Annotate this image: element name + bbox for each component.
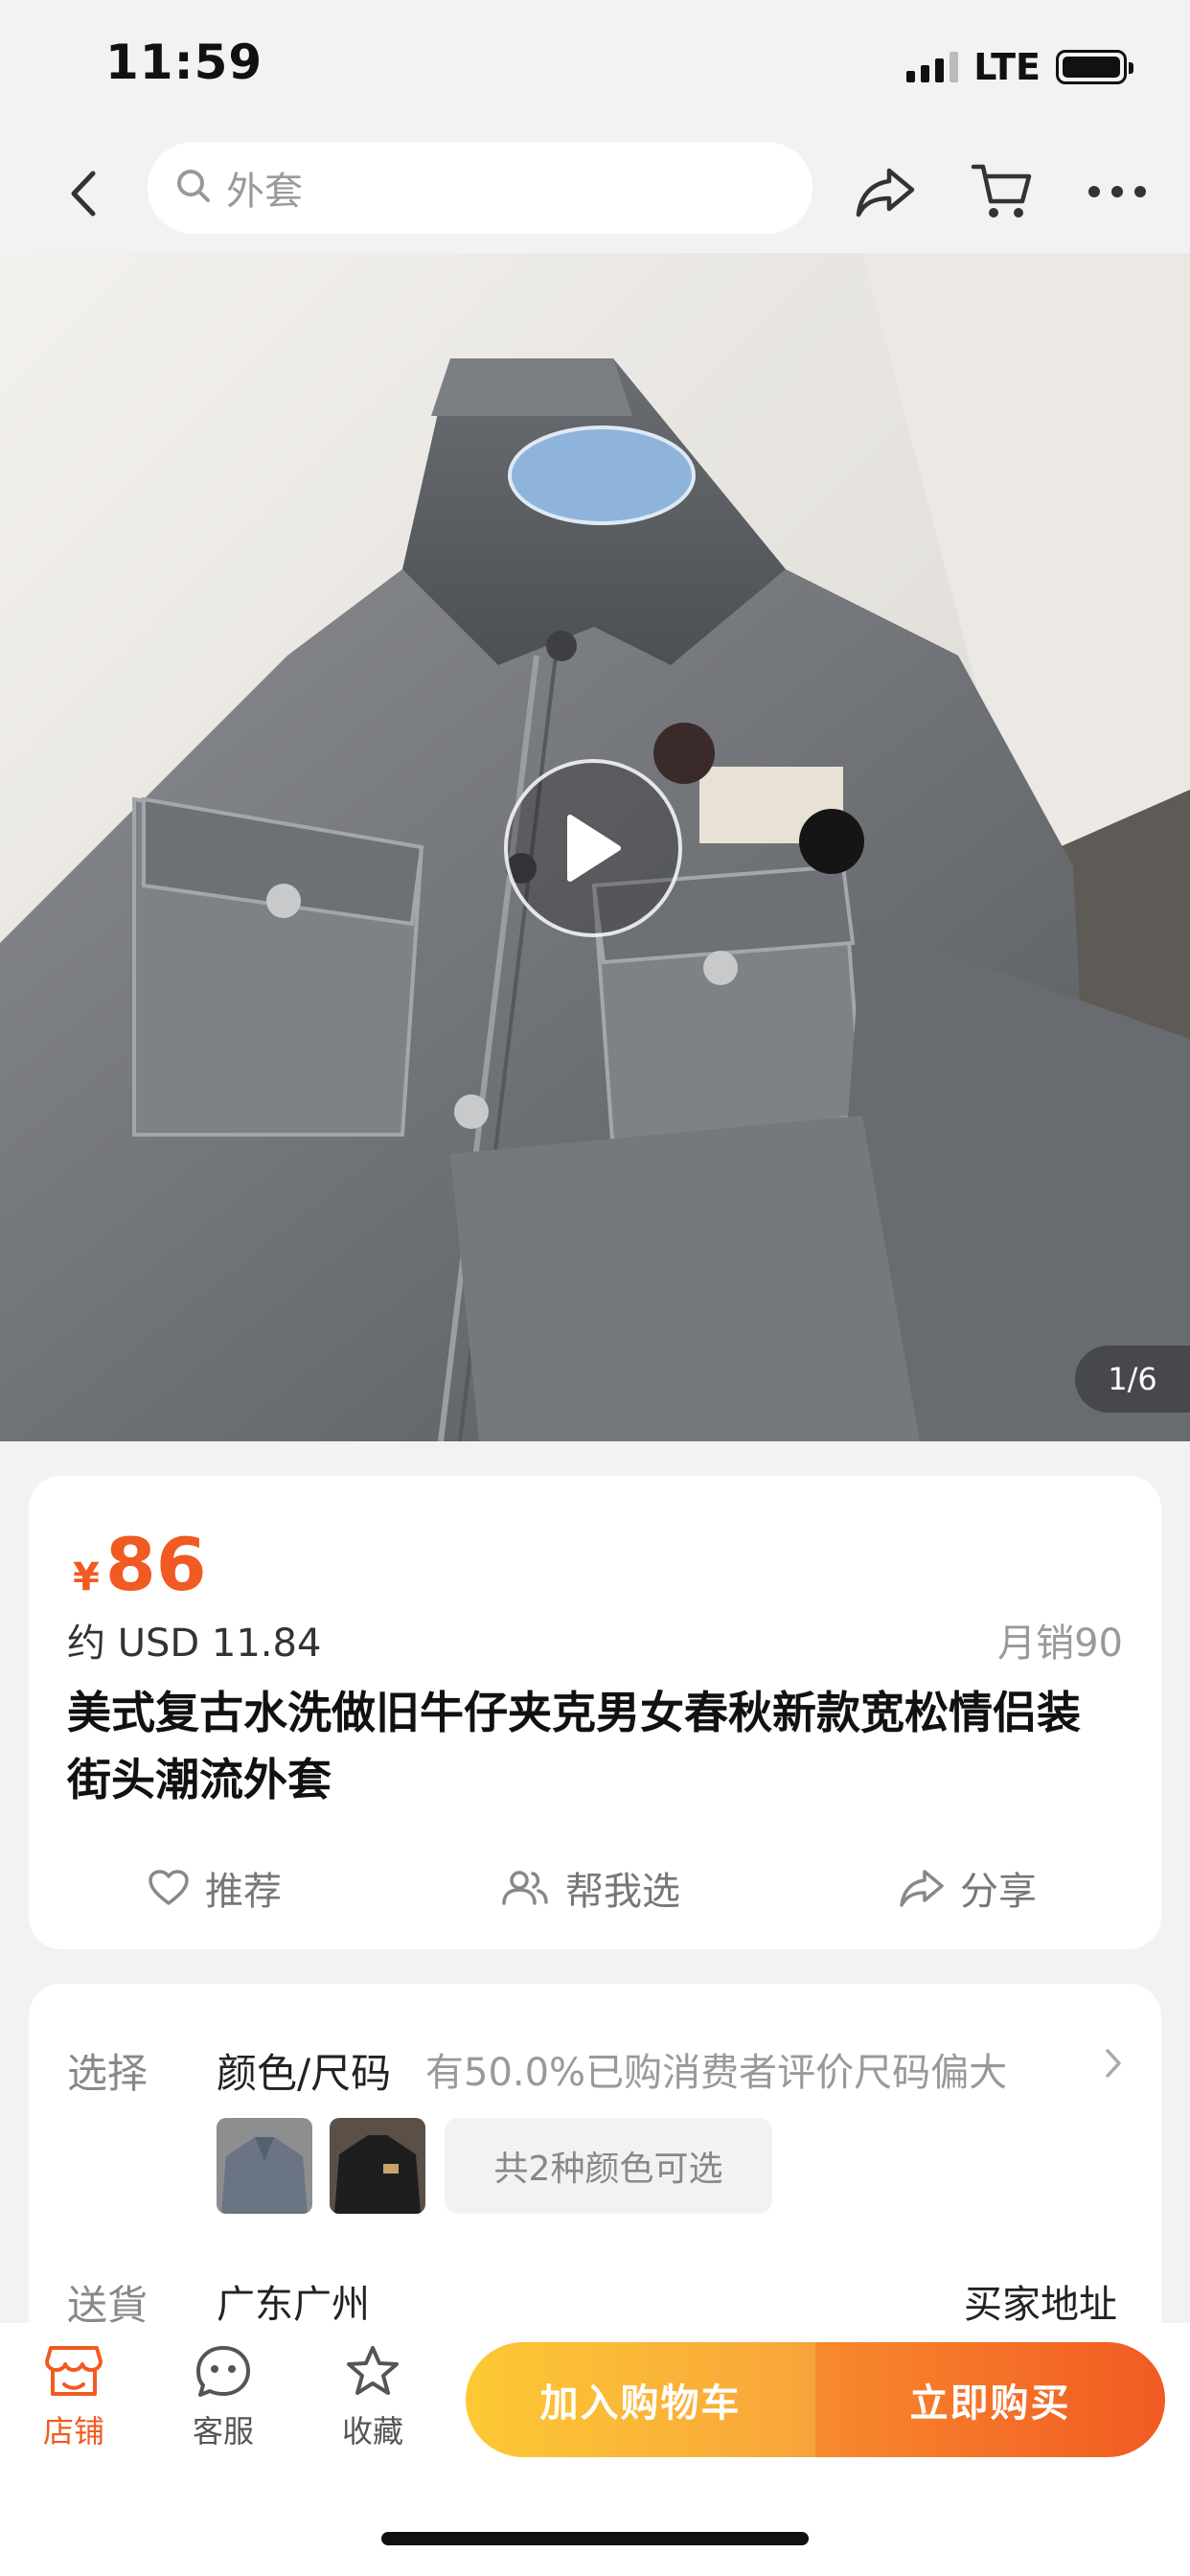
star-icon xyxy=(347,2346,399,2395)
share-label: 分享 xyxy=(960,1870,1037,1914)
recommend-label: 推荐 xyxy=(205,1870,282,1914)
favorite-label: 收藏 xyxy=(341,2413,403,2450)
shipping-destination[interactable]: 买家地址 xyxy=(964,2273,1117,2329)
size-note: 有50.0%已购消费者评价尺码偏大 xyxy=(425,2051,1008,2095)
status-time: 11:59 xyxy=(105,34,263,90)
price: ¥ 86 xyxy=(73,1522,207,1607)
recommend-button[interactable]: 推荐 xyxy=(148,1850,282,1926)
network-label: LTE xyxy=(973,46,1041,88)
customer-service-label: 客服 xyxy=(192,2413,254,2450)
colors-available-pill[interactable]: 共2种颜色可选 xyxy=(445,2118,772,2214)
monthly-sales: 月销90 xyxy=(997,1622,1123,1666)
status-indicators: LTE xyxy=(906,46,1133,88)
buy-now-button[interactable]: 立即购买 xyxy=(815,2342,1165,2457)
select-label: 选择 xyxy=(67,2050,149,2097)
favorite-button[interactable]: 收藏 xyxy=(320,2344,425,2451)
signal-icon xyxy=(906,52,959,82)
share-icon xyxy=(900,1870,944,1907)
help-choose-label: 帮我选 xyxy=(565,1870,680,1914)
top-nav: 外套 xyxy=(0,134,1190,253)
currency-symbol: ¥ xyxy=(73,1555,100,1599)
price-value: 86 xyxy=(104,1522,207,1607)
store-label: 店铺 xyxy=(42,2413,104,2450)
share-button[interactable]: 分享 xyxy=(899,1850,1037,1926)
share-icon[interactable] xyxy=(849,155,922,228)
battery-icon xyxy=(1056,50,1133,84)
heart-icon xyxy=(149,1870,189,1905)
play-video-button[interactable] xyxy=(504,759,682,937)
cart-icon[interactable] xyxy=(966,155,1039,228)
color-swatch-blue[interactable] xyxy=(217,2118,312,2214)
bottom-action-bar: 店铺 客服 收藏 加入购物车 立即购买 xyxy=(0,2323,1190,2576)
shipping-origin: 广东广州 xyxy=(217,2283,370,2327)
cta-group: 加入购物车 立即购买 xyxy=(466,2342,1165,2457)
play-icon xyxy=(567,815,621,882)
chevron-right-icon[interactable] xyxy=(1104,2047,1123,2083)
product-image-carousel[interactable]: 1/6 xyxy=(0,253,1190,1441)
product-info-card: ¥ 86 约 USD 11.84 月销90 美式复古水洗做旧牛仔夹克男女春秋新款… xyxy=(29,1476,1161,1949)
add-to-cart-button[interactable]: 加入购物车 xyxy=(466,2342,815,2457)
product-title: 美式复古水洗做旧牛仔夹克男女春秋新款宽松情侣装街头潮流外套 xyxy=(67,1687,1081,1806)
search-input[interactable]: 外套 xyxy=(148,142,812,234)
search-placeholder: 外套 xyxy=(226,170,303,214)
status-bar: 11:59 LTE xyxy=(0,0,1190,134)
store-button[interactable]: 店铺 xyxy=(21,2344,126,2451)
color-swatch-black[interactable] xyxy=(330,2118,425,2214)
image-counter: 1/6 xyxy=(1075,1346,1190,1413)
people-icon xyxy=(502,1871,548,1905)
more-icon[interactable] xyxy=(1081,155,1154,228)
color-size-selector[interactable]: 颜色/尺码 xyxy=(217,2041,391,2100)
store-icon xyxy=(45,2346,103,2396)
usd-price: 约 USD 11.84 xyxy=(67,1622,322,1666)
search-icon xyxy=(174,167,213,209)
chat-face-icon xyxy=(196,2346,250,2397)
customer-service-button[interactable]: 客服 xyxy=(171,2344,276,2451)
product-actions: 推荐 帮我选 分享 xyxy=(29,1850,1161,1926)
home-indicator xyxy=(381,2532,809,2545)
help-choose-button[interactable]: 帮我选 xyxy=(498,1850,680,1926)
back-arrow-icon[interactable] xyxy=(54,165,111,222)
